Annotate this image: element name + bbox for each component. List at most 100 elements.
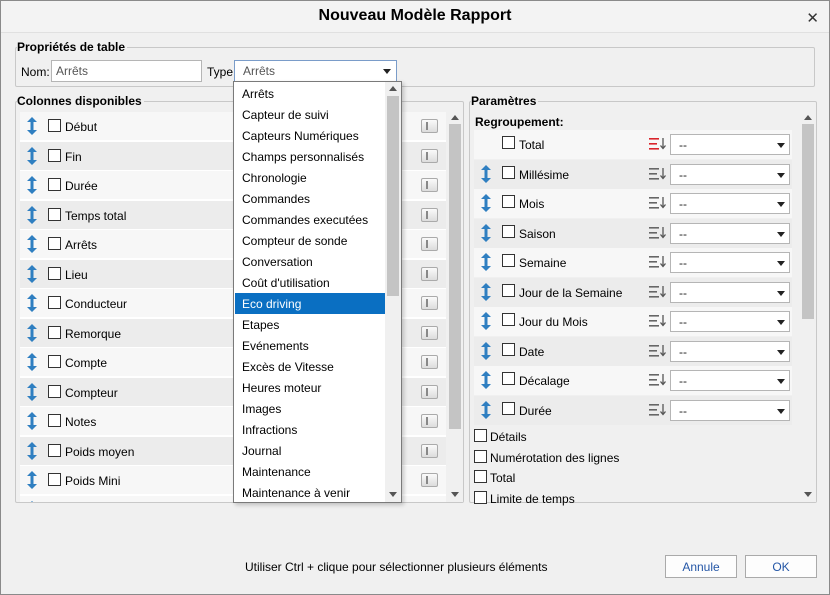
drag-handle-icon[interactable] [480,312,492,330]
column-checkbox[interactable] [48,414,61,427]
sort-order-icon[interactable] [649,226,667,240]
grouping-checkbox[interactable] [502,195,515,208]
close-icon[interactable]: ✕ [806,9,819,27]
column-checkbox[interactable] [48,148,61,162]
cancel-button[interactable]: Annule [665,555,737,578]
type-option[interactable]: Coût d'utilisation [235,272,385,293]
column-settings-icon[interactable] [421,207,438,222]
parameters-scroll-thumb[interactable] [802,124,814,319]
type-option[interactable]: Maintenance [235,461,385,482]
column-checkbox[interactable] [48,473,61,486]
drag-handle-icon[interactable] [480,400,492,419]
grouping-checkbox[interactable] [502,254,515,267]
drag-handle-icon[interactable] [26,264,38,283]
grouping-select[interactable]: -- [670,163,790,185]
grouping-select[interactable]: -- [670,193,790,214]
grouping-select[interactable]: -- [670,222,790,244]
drag-handle-icon[interactable] [26,205,38,224]
column-settings-icon[interactable] [421,266,438,281]
drag-handle-icon[interactable] [26,294,38,312]
sort-order-icon[interactable] [649,196,667,210]
column-checkbox[interactable] [48,355,61,368]
type-option[interactable]: Etapes [235,314,385,335]
type-option[interactable]: Infractions [235,419,385,440]
drag-handle-icon[interactable] [480,371,492,389]
type-option[interactable]: Chronologie [235,167,385,188]
sort-order-icon[interactable] [649,373,667,387]
type-option[interactable]: Excès de Vitesse [235,356,385,377]
grouping-row[interactable]: Jour du Mois -- [474,307,792,336]
parameter-checkbox[interactable] [474,429,487,442]
parameter-checkbox[interactable] [474,470,487,483]
drag-handle-icon[interactable] [480,194,492,212]
scroll-down-icon[interactable] [389,492,397,497]
type-option[interactable]: Evénements [235,335,385,356]
column-settings-icon[interactable] [421,473,438,487]
column-settings-icon[interactable] [421,148,438,163]
sort-order-icon[interactable] [649,403,667,417]
column-checkbox[interactable] [48,207,61,221]
grouping-select[interactable]: -- [670,370,790,391]
grouping-row[interactable]: Mois -- [474,189,792,218]
scroll-up-icon[interactable] [389,86,397,91]
drag-handle-icon[interactable] [26,146,38,165]
scroll-up-icon[interactable] [451,115,459,120]
drag-handle-icon[interactable] [26,441,38,460]
drag-handle-icon[interactable] [26,323,38,342]
column-checkbox[interactable] [48,325,61,339]
drag-handle-icon[interactable] [480,253,492,271]
parameters-scrollbar[interactable] [800,112,816,502]
drag-handle-icon[interactable] [480,164,492,183]
grouping-row[interactable]: Semaine -- [474,248,792,277]
drag-handle-icon[interactable] [26,412,38,430]
type-option[interactable]: Compteur de sonde [235,230,385,251]
dropdown-scrollbar[interactable] [385,82,401,502]
type-option[interactable]: Heures moteur [235,377,385,398]
drag-handle-icon[interactable] [26,353,38,371]
parameter-checkbox[interactable] [474,490,487,504]
grouping-checkbox[interactable] [502,224,515,238]
grouping-row[interactable]: Millésime -- [474,159,792,189]
drag-handle-icon[interactable] [480,223,492,242]
column-checkbox[interactable] [48,384,61,398]
grouping-checkbox[interactable] [502,136,515,149]
drag-handle-icon[interactable] [26,382,38,401]
column-settings-icon[interactable] [421,384,438,399]
scroll-down-icon[interactable] [451,492,459,497]
grouping-select[interactable]: -- [670,340,790,362]
drag-handle-icon[interactable] [26,500,38,502]
grouping-select[interactable]: -- [670,399,790,421]
sort-order-icon[interactable] [649,314,667,328]
grouping-select[interactable]: -- [670,134,790,155]
drag-handle-icon[interactable] [26,471,38,489]
grouping-checkbox[interactable] [502,372,515,385]
columns-scrollbar[interactable] [447,112,463,502]
type-option[interactable]: Commandes executées [235,209,385,230]
grouping-row[interactable]: Durée -- [474,395,792,425]
column-settings-icon[interactable] [421,237,438,251]
column-checkbox[interactable] [48,296,61,309]
column-settings-icon[interactable] [421,119,438,133]
drag-handle-icon[interactable] [480,341,492,360]
grouping-select[interactable]: -- [670,311,790,332]
type-option[interactable]: Conversation [235,251,385,272]
drag-handle-icon[interactable] [26,176,38,194]
columns-scroll-thumb[interactable] [449,124,461,429]
grouping-checkbox[interactable] [502,313,515,326]
type-option[interactable]: Images [235,398,385,419]
grouping-row[interactable]: Jour de la Semaine -- [474,277,792,307]
column-settings-icon[interactable] [421,178,438,192]
type-option[interactable]: Champs personnalisés [235,146,385,167]
type-option[interactable]: Capteur de suivi [235,104,385,125]
column-settings-icon[interactable] [421,355,438,369]
grouping-select[interactable]: -- [670,252,790,273]
type-option[interactable]: Capteurs Numériques [235,125,385,146]
name-input[interactable] [51,60,202,82]
ok-button[interactable]: OK [745,555,817,578]
column-checkbox[interactable] [48,178,61,191]
column-settings-icon[interactable] [421,414,438,428]
column-checkbox[interactable] [48,119,61,132]
grouping-checkbox[interactable] [502,283,515,297]
scroll-down-icon[interactable] [804,492,812,497]
grouping-row[interactable]: Décalage -- [474,366,792,395]
